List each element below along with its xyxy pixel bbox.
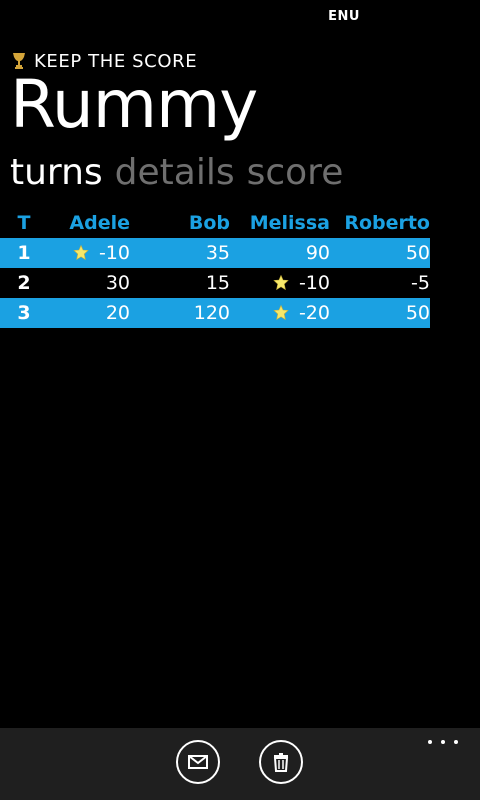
score-value: 20 [105, 302, 130, 324]
score-value: 50 [405, 242, 430, 264]
score-value: 120 [193, 302, 230, 324]
score-cell: -10 [60, 238, 130, 268]
mail-icon [188, 755, 208, 769]
score-value: 50 [405, 302, 430, 324]
language-indicator: ENU [328, 9, 360, 24]
delete-button[interactable] [259, 740, 303, 784]
table-header-row: T Adele Bob Melissa Roberto [0, 208, 430, 238]
score-value: -10 [298, 272, 330, 294]
more-icon [428, 740, 432, 744]
winner-star-icon [273, 270, 289, 291]
column-header-player: Adele [69, 212, 130, 234]
score-table: T Adele Bob Melissa Roberto 1 -10 35 90 50 2 3… [0, 208, 430, 328]
score-cell: 90 [240, 238, 330, 268]
tab-details[interactable]: details [115, 152, 235, 193]
score-value: -5 [411, 272, 430, 294]
app-bar [0, 728, 480, 800]
score-value: 90 [305, 242, 330, 264]
more-icon [454, 740, 458, 744]
mail-button[interactable] [176, 740, 220, 784]
table-row[interactable]: 2 30 15 -10 -5 [0, 268, 430, 298]
score-cell: -10 [240, 268, 330, 298]
turn-number: 1 [17, 242, 31, 264]
score-value: 35 [205, 242, 230, 264]
table-row[interactable]: 3 20 120 -20 50 [0, 298, 430, 328]
trash-icon [273, 753, 289, 772]
score-cell: 30 [60, 268, 130, 298]
tab-score[interactable]: score [247, 152, 344, 193]
score-cell: -5 [340, 268, 430, 298]
more-options-button[interactable] [428, 736, 458, 748]
table-row[interactable]: 1 -10 35 90 50 [0, 238, 430, 268]
more-icon [441, 740, 445, 744]
page-title: Rummy [10, 66, 258, 143]
score-cell: 50 [340, 298, 430, 328]
score-value: -10 [98, 242, 130, 264]
score-cell: 35 [150, 238, 230, 268]
status-bar: ENU [0, 0, 480, 32]
score-cell: 15 [150, 268, 230, 298]
turn-number: 3 [17, 302, 31, 324]
score-cell: 120 [150, 298, 230, 328]
column-header-turn: T [17, 212, 31, 234]
column-header-player: Roberto [344, 212, 430, 234]
winner-star-icon [273, 300, 289, 321]
score-cell: -20 [240, 298, 330, 328]
score-cell: 50 [340, 238, 430, 268]
winner-star-icon [73, 240, 89, 261]
score-value: -20 [298, 302, 330, 324]
score-cell: 20 [60, 298, 130, 328]
table-body: 1 -10 35 90 50 2 30 15 -10 -5 3 20 120 -20 50 [0, 238, 430, 328]
turn-number: 2 [17, 272, 31, 294]
score-value: 30 [105, 272, 130, 294]
column-header-player: Bob [188, 212, 230, 234]
score-value: 15 [205, 272, 230, 294]
pivot-tabs: turns details score [10, 152, 343, 193]
tab-turns[interactable]: turns [10, 152, 103, 193]
column-header-player: Melissa [249, 212, 330, 234]
